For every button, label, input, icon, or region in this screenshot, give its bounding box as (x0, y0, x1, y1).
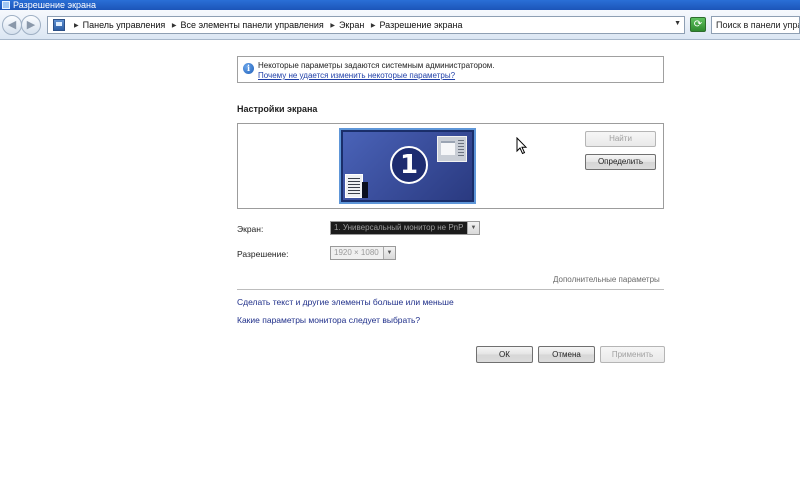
admin-info-box: i Некоторые параметры задаются системным… (237, 56, 664, 83)
refresh-button[interactable]: ⟳ (690, 17, 706, 32)
divider (237, 289, 664, 290)
cancel-button[interactable]: Отмена (538, 346, 595, 363)
navigation-toolbar: ◀ ▶ ▶ Панель управления ▶ Все элементы пан… (0, 10, 800, 40)
resolution-select[interactable]: 1920 × 1080 ▼ (330, 246, 396, 260)
section-title: Настройки экрана (237, 104, 318, 114)
chevron-down-icon[interactable]: ▼ (383, 247, 395, 259)
info-icon: i (243, 63, 254, 74)
forward-arrow-icon: ▶ (26, 19, 36, 31)
preview-window-icon (437, 136, 467, 162)
breadcrumb-screen-resolution[interactable]: Разрешение экрана (379, 20, 462, 30)
search-input[interactable]: Поиск в панели управ (711, 16, 800, 34)
resolution-label: Разрешение: (237, 249, 289, 259)
find-button[interactable]: Найти (585, 131, 656, 147)
breadcrumb-all-items[interactable]: Все элементы панели управления (180, 20, 323, 30)
address-dropdown-icon[interactable]: ▼ (674, 20, 681, 27)
identify-button[interactable]: Определить (585, 154, 656, 170)
refresh-icon: ⟳ (693, 19, 703, 30)
screen-select-value: 1. Универсальный монитор не PnP (331, 222, 467, 234)
text-size-link[interactable]: Сделать текст и другие элементы больше и… (237, 297, 454, 307)
breadcrumb-arrow-icon[interactable]: ▶ (371, 23, 376, 29)
breadcrumb-control-panel[interactable]: Панель управления (83, 20, 166, 30)
address-bar[interactable]: ▶ Панель управления ▶ Все элементы панели … (47, 16, 685, 34)
apply-button[interactable]: Применить (600, 346, 665, 363)
search-placeholder: Поиск в панели управ (716, 20, 800, 30)
breadcrumb: ▶ Панель управления ▶ Все элементы панели … (70, 17, 462, 33)
mouse-pointer-icon (516, 137, 528, 155)
monitor-settings-help-link[interactable]: Какие параметры монитора следует выбрать… (237, 315, 420, 325)
preview-document-icon (345, 174, 363, 198)
preview-sidebar-icon (362, 182, 368, 198)
advanced-settings-link[interactable]: Дополнительные параметры (553, 275, 660, 284)
monitor-1-tile[interactable]: 1 (339, 128, 476, 204)
admin-info-message: Некоторые параметры задаются системным а… (258, 61, 495, 70)
breadcrumb-arrow-icon[interactable]: ▶ (172, 23, 177, 29)
back-arrow-icon: ◀ (7, 19, 17, 31)
resolution-select-value: 1920 × 1080 (334, 248, 379, 257)
chevron-down-icon[interactable]: ▼ (467, 222, 479, 234)
monitor-number: 1 (390, 146, 428, 184)
display-settings-icon (2, 1, 10, 9)
why-cant-change-link[interactable]: Почему не удается изменить некоторые пар… (258, 71, 455, 80)
screen-label: Экран: (237, 224, 264, 234)
monitor-screen: 1 (343, 132, 472, 200)
window-title: Разрешение экрана (13, 0, 96, 10)
breadcrumb-arrow-icon[interactable]: ▶ (74, 23, 79, 29)
forward-button[interactable]: ▶ (21, 15, 41, 35)
breadcrumb-arrow-icon[interactable]: ▶ (330, 23, 335, 29)
control-panel-icon (53, 19, 65, 31)
back-button[interactable]: ◀ (2, 15, 22, 35)
breadcrumb-display[interactable]: Экран (339, 20, 364, 30)
window-title-bar: Разрешение экрана (0, 0, 800, 10)
ok-button[interactable]: ОК (476, 346, 533, 363)
screen-select[interactable]: 1. Универсальный монитор не PnP ▼ (330, 221, 480, 235)
